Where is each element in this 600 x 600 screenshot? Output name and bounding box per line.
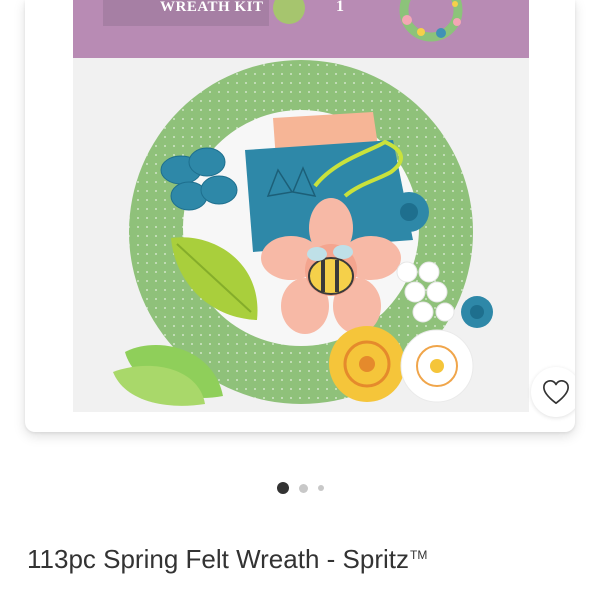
product-image-card[interactable]: WREATH KIT 1 1 KIT (25, 0, 575, 432)
package-label: WREATH KIT (160, 0, 264, 15)
product-image[interactable]: WREATH KIT 1 1 KIT (73, 0, 544, 412)
package-kit-text: 1 KIT (533, 30, 545, 44)
product-title: 113pc Spring Felt Wreath - SpritzTM (27, 544, 587, 575)
package-count: 1 (336, 0, 344, 15)
carousel-dot-3[interactable] (317, 485, 324, 491)
carousel-dots (0, 481, 600, 495)
carousel-dot-1[interactable] (276, 482, 289, 494)
carousel-dot-2[interactable] (298, 483, 308, 493)
product-page: WREATH KIT 1 1 KIT 113pc Spring Felt Wre… (0, 0, 600, 600)
favorite-button[interactable] (531, 367, 575, 417)
trademark-symbol: TM (409, 548, 428, 562)
wreath-kit-illustration (73, 0, 529, 412)
product-title-text: 113pc Spring Felt Wreath - Spritz (27, 544, 409, 574)
heart-outline-icon (543, 379, 569, 405)
